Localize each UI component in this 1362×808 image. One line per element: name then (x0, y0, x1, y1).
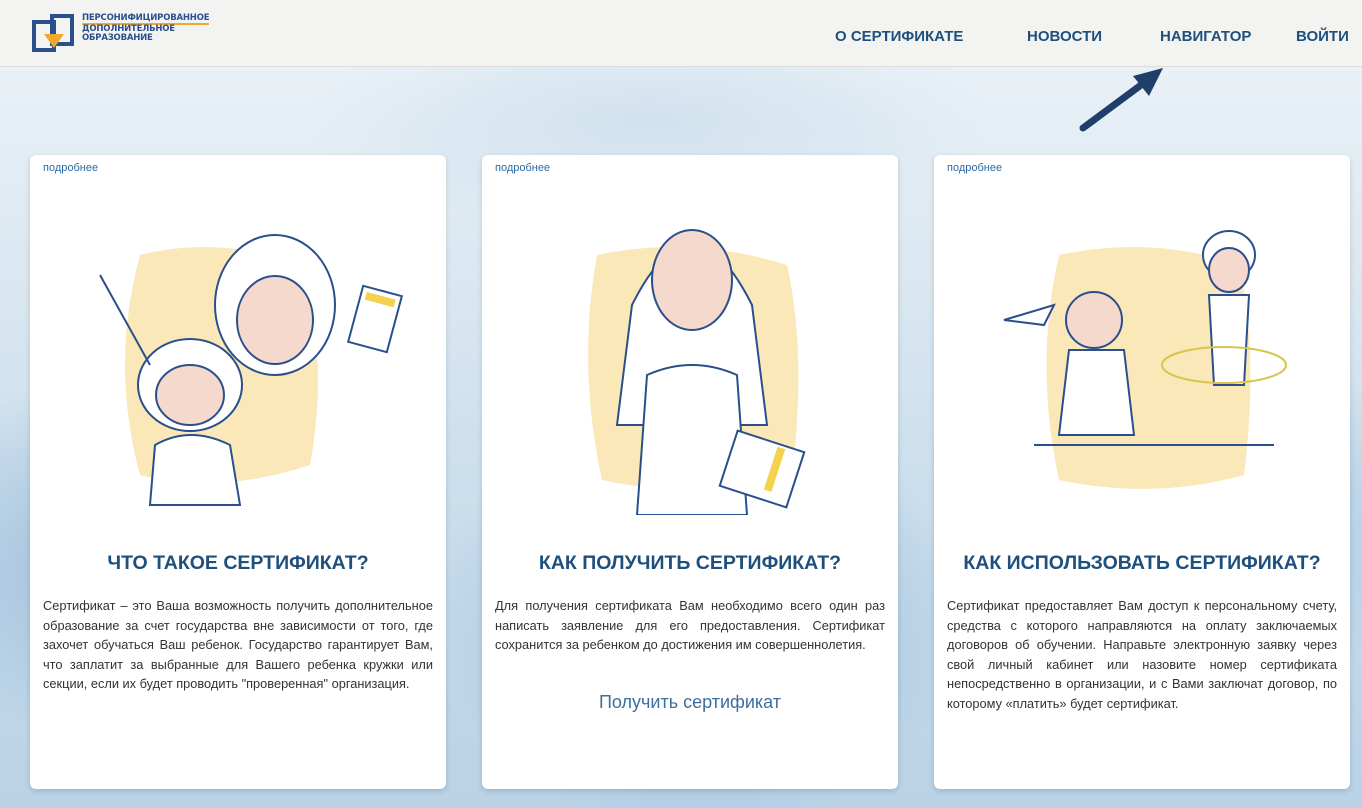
nav-login[interactable]: ВОЙТИ (1296, 28, 1349, 45)
card-title: ЧТО ТАКОЕ СЕРТИФИКАТ? (107, 552, 369, 574)
card-title: КАК ИСПОЛЬЗОВАТЬ СЕРТИФИКАТ? (963, 552, 1321, 574)
logo-text[interactable]: ПЕРСОНИФИЦИРОВАННОЕ ДОПОЛНИТЕЛЬНОЕ ОБРАЗ… (82, 14, 210, 43)
more-link[interactable]: подробнее (495, 162, 550, 174)
nav-about-certificate[interactable]: О СЕРТИФИКАТЕ (835, 28, 963, 45)
children-activities-illustration (1003, 230, 1287, 489)
logo-line-3: ОБРАЗОВАНИЕ (82, 33, 153, 43)
site-header: ПЕРСОНИФИЦИРОВАННОЕ ДОПОЛНИТЕЛЬНОЕ ОБРАЗ… (0, 0, 1362, 67)
nav-news[interactable]: НОВОСТИ (1027, 28, 1102, 45)
card-how-to-get-certificate: подробнее КАК ПОЛУЧИТЬ СЕРТИФИКАТ? Для п… (482, 155, 898, 789)
woman-writing-illustration (588, 229, 806, 515)
get-certificate-link[interactable]: Получить сертификат (482, 692, 898, 713)
card-text: Сертификат предоставляет Вам доступ к пе… (947, 598, 1337, 711)
card-title: КАК ПОЛУЧИТЬ СЕРТИФИКАТ? (538, 552, 842, 574)
pointer-arrow-icon (1079, 68, 1163, 132)
nav-navigator[interactable]: НАВИГАТОР (1160, 28, 1251, 45)
card-how-to-use-certificate: подробнее КАК ИСПОЛЬЗОВАТЬ СЕРТИФИКАТ? С… (934, 155, 1350, 789)
card-text: Для получения сертификата Вам необходимо… (495, 598, 885, 653)
mother-child-illustration (99, 234, 404, 506)
more-link[interactable]: подробнее (43, 162, 98, 174)
logo-icon[interactable] (30, 12, 76, 58)
more-link[interactable]: подробнее (947, 162, 1002, 174)
card-what-is-certificate: подробнее ЧТО ТАКОЕ СЕРТИФИКАТ? Сертифик… (30, 155, 446, 789)
card-text: Сертификат – это Ваша возможность получи… (43, 598, 433, 692)
